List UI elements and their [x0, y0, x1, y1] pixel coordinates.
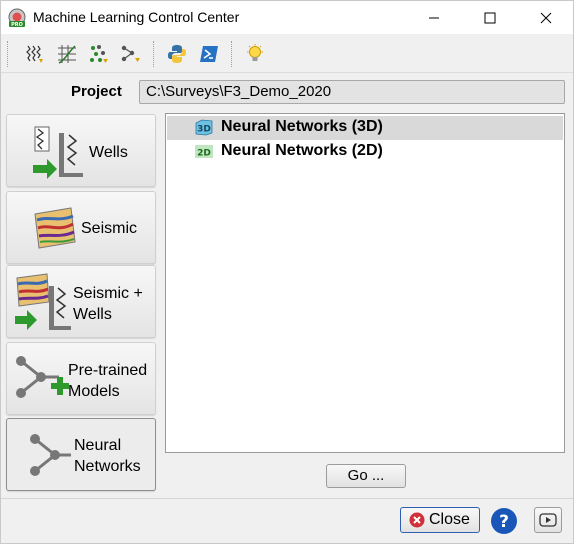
play-video-icon	[539, 513, 557, 527]
2d-icon: 2D	[195, 145, 213, 159]
toolbar-separator-2	[231, 41, 233, 67]
svg-text:3D: 3D	[197, 125, 211, 135]
project-path-field: C:\Surveys\F3_Demo_2020	[139, 80, 565, 104]
sidebar-item-seismic[interactable]: Seismic	[6, 191, 156, 264]
toolbar-separator	[153, 41, 155, 67]
crossplot-icon	[58, 45, 76, 64]
lightbulb-icon	[247, 44, 263, 61]
pretrained-models-icon	[16, 356, 69, 398]
project-label: Project	[71, 83, 122, 100]
help-icon[interactable]: ?	[490, 507, 518, 535]
app-logo-icon: PRO	[8, 8, 26, 28]
scatter-points-button[interactable]	[85, 40, 113, 68]
wells-icon	[33, 126, 83, 179]
sidebar-item-label: Seismic	[81, 220, 138, 237]
sidebar-item-wells[interactable]: Wells	[6, 114, 156, 187]
maximize-icon	[484, 12, 496, 23]
seismic-wells-icon	[15, 273, 71, 330]
scatter-points-icon	[90, 45, 108, 63]
sidebar-item-neural-networks[interactable]: Neural Networks	[6, 418, 156, 491]
sidebar-item-seismic-wells[interactable]: Seismic + Wells	[6, 265, 156, 338]
list-item-label: Neural Networks (2D)	[221, 142, 383, 159]
list-item-neural-networks-2d[interactable]: 2D Neural Networks (2D)	[167, 140, 563, 164]
toolbar	[1, 35, 573, 73]
maximize-button[interactable]	[467, 1, 513, 34]
close-window-button[interactable]	[523, 1, 569, 34]
title-bar: PRO Machine Learning Control Center	[1, 1, 573, 34]
svg-text:2D: 2D	[197, 149, 211, 159]
minimize-button[interactable]	[411, 1, 457, 34]
svg-text:?: ?	[499, 512, 509, 532]
go-button[interactable]: Go ...	[326, 464, 406, 488]
main-window: PRO Machine Learning Control Center Proj…	[0, 0, 574, 544]
close-circle-icon	[409, 512, 425, 528]
svg-text:PRO: PRO	[11, 22, 23, 28]
python-icon	[168, 45, 186, 63]
seismic-icon	[34, 207, 76, 249]
powershell-icon	[200, 46, 218, 62]
powershell-button[interactable]	[195, 40, 223, 68]
close-button[interactable]: Close	[400, 507, 480, 533]
well-logs-icon	[26, 45, 43, 63]
minimize-icon	[429, 17, 439, 18]
sidebar-item-label: Pre-trained Models	[68, 362, 148, 400]
close-button-label: Close	[429, 511, 470, 528]
tips-button[interactable]	[241, 40, 269, 68]
method-list: 3D Neural Networks (3D) 2D Neural Networ…	[165, 113, 565, 453]
window-title: Machine Learning Control Center	[33, 9, 240, 25]
network-export-icon	[121, 45, 140, 62]
video-tutorial-button[interactable]	[534, 507, 562, 533]
sidebar-item-label: Neural Networks	[74, 437, 141, 475]
sidebar-item-label: Wells	[89, 144, 128, 161]
python-button[interactable]	[163, 40, 191, 68]
3d-icon: 3D	[195, 119, 213, 136]
toolbar-grip	[7, 41, 9, 67]
close-icon	[540, 12, 552, 23]
list-item-neural-networks-3d[interactable]: 3D Neural Networks (3D)	[167, 116, 563, 140]
sidebar-item-pretrained-models[interactable]: Pre-trained Models	[6, 342, 156, 415]
footer-separator	[1, 498, 573, 499]
well-logs-button[interactable]	[21, 40, 49, 68]
sidebar-item-label: Seismic + Wells	[73, 285, 143, 323]
list-item-label: Neural Networks (3D)	[221, 118, 383, 135]
network-export-button[interactable]	[117, 40, 145, 68]
crossplot-button[interactable]	[53, 40, 81, 68]
neural-networks-icon	[30, 434, 71, 476]
